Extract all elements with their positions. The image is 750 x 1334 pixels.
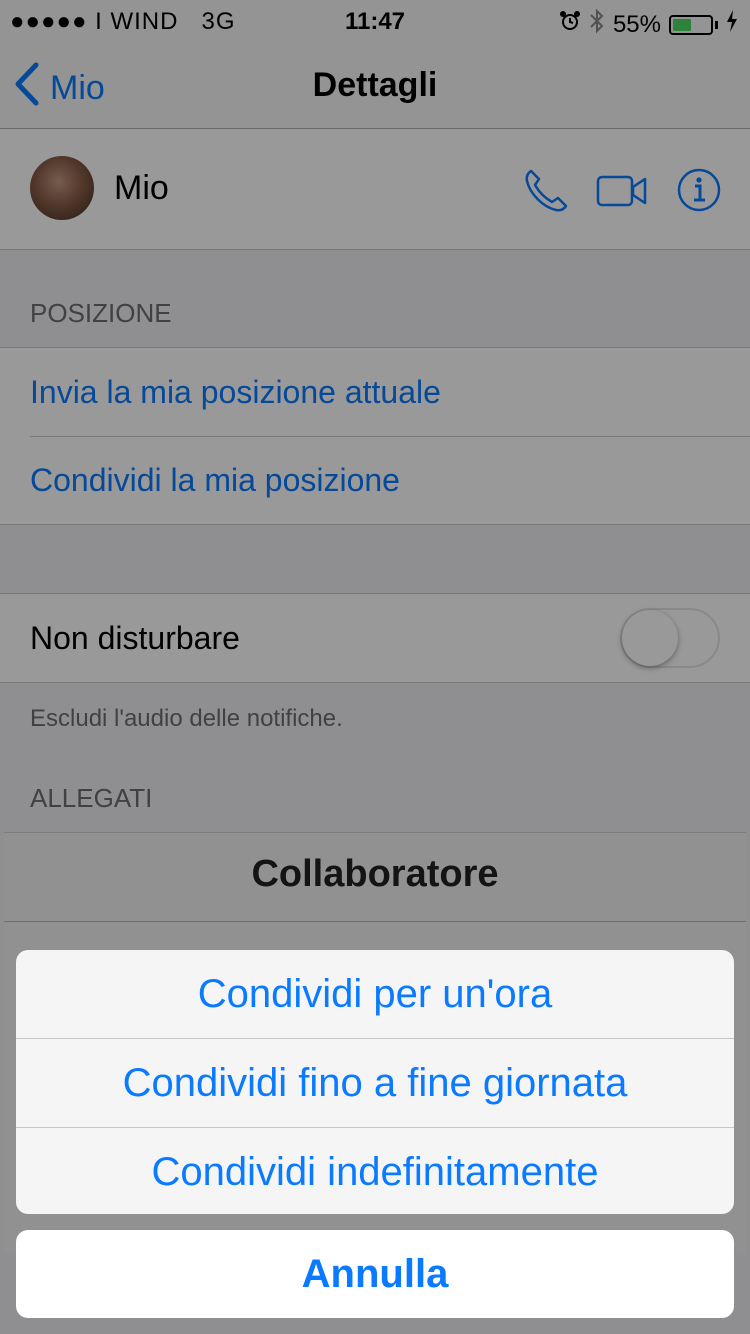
share-one-hour-option[interactable]: Condividi per un'ora	[16, 950, 734, 1038]
action-sheet: Condividi per un'ora Condividi fino a fi…	[16, 950, 734, 1214]
cancel-button[interactable]: Annulla	[16, 1230, 734, 1318]
share-end-of-day-option[interactable]: Condividi fino a fine giornata	[16, 1038, 734, 1127]
share-indefinitely-option[interactable]: Condividi indefinitamente	[16, 1127, 734, 1214]
